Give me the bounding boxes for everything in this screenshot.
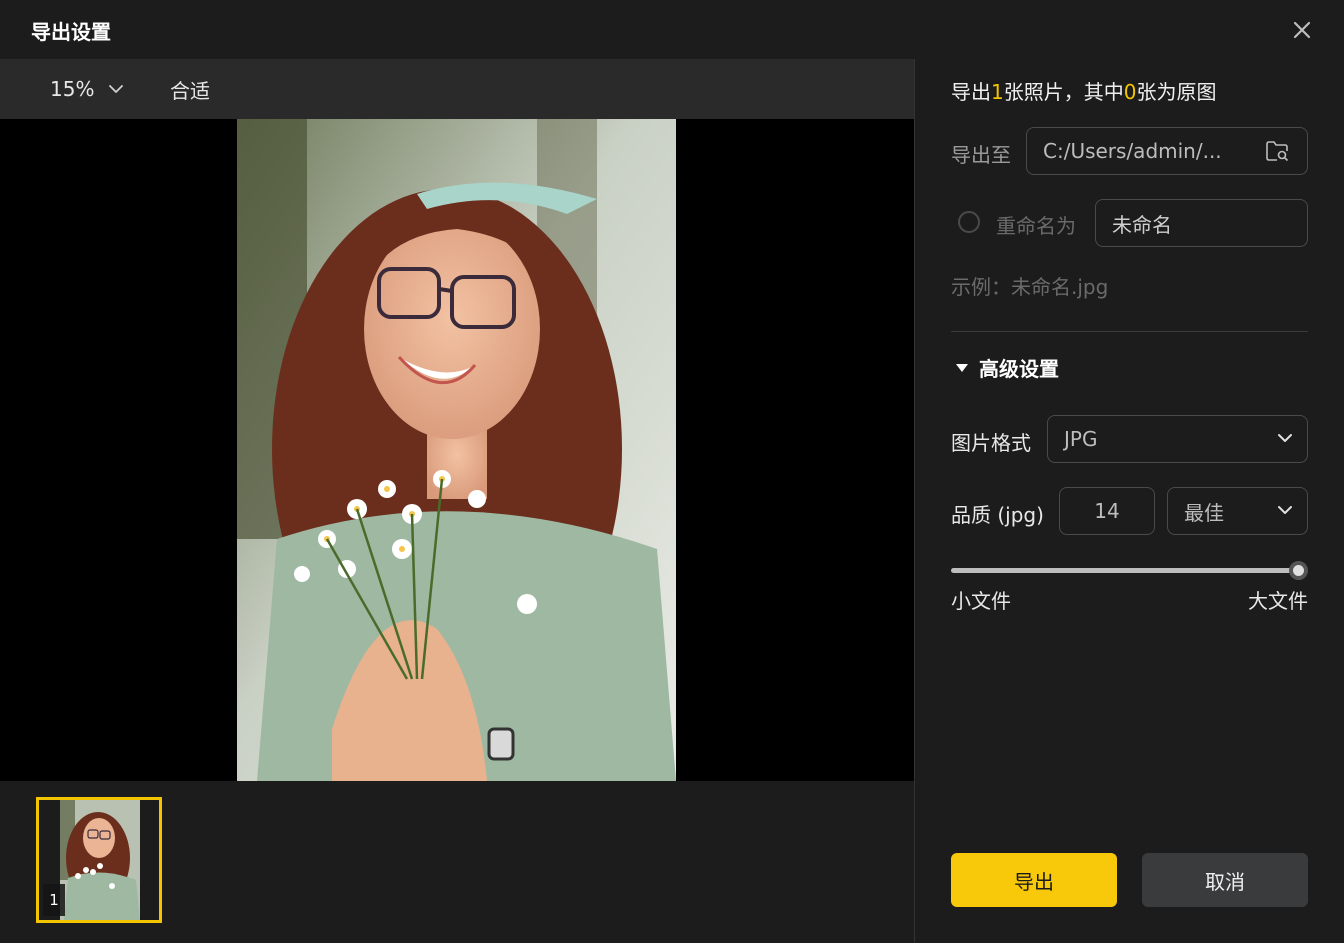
preview-photo	[237, 119, 676, 781]
dialog-title: 导出设置	[31, 20, 111, 44]
chevron-down-icon	[1278, 434, 1292, 442]
thumbnail-strip: 1	[0, 781, 914, 943]
photo-count: 1	[991, 80, 1004, 104]
advanced-settings-toggle[interactable]: 高级设置	[955, 353, 1059, 382]
quality-preset-value: 最佳	[1184, 500, 1224, 525]
rename-radio[interactable]	[958, 211, 980, 233]
rename-input[interactable]: 未命名	[1095, 199, 1308, 247]
folder-search-icon[interactable]	[1265, 140, 1289, 162]
chevron-down-icon	[1278, 506, 1292, 514]
rename-label: 重命名为	[996, 214, 1076, 238]
slider-min-label: 小文件	[951, 589, 1011, 613]
image-preview	[0, 119, 914, 781]
advanced-settings-label: 高级设置	[979, 357, 1059, 381]
quality-input[interactable]: 14	[1059, 487, 1155, 535]
thumbnail-image	[60, 800, 140, 920]
caret-down-icon	[956, 363, 968, 372]
title-bar: 导出设置	[0, 0, 1344, 59]
fit-button[interactable]: 合适	[170, 75, 210, 104]
export-to-label: 导出至	[951, 143, 1011, 167]
settings-panel: 导出1张照片，其中0张为原图 导出至 C:/Users/admin/... 重命…	[915, 59, 1344, 943]
format-label: 图片格式	[951, 431, 1031, 455]
zoom-toolbar: 15% 合适	[0, 59, 914, 119]
original-count: 0	[1123, 80, 1137, 104]
thumbnail-index: 1	[43, 884, 65, 916]
quality-slider-track[interactable]	[951, 568, 1299, 573]
quality-slider-handle[interactable]	[1289, 561, 1308, 580]
chevron-down-icon	[109, 85, 124, 93]
quality-preset-dropdown[interactable]: 最佳	[1167, 487, 1308, 535]
zoom-dropdown[interactable]: 15%	[50, 75, 124, 103]
format-value: JPG	[1064, 427, 1098, 451]
summary-middle: 张照片，其中	[1003, 80, 1124, 104]
close-icon	[1293, 21, 1311, 39]
format-dropdown[interactable]: JPG	[1047, 415, 1308, 463]
summary-prefix: 导出	[951, 80, 991, 104]
cancel-button[interactable]: 取消	[1142, 853, 1308, 907]
export-path-field[interactable]: C:/Users/admin/...	[1026, 127, 1308, 175]
slider-max-label: 大文件	[1248, 589, 1308, 613]
export-summary: 导出1张照片，其中0张为原图	[951, 76, 1216, 105]
thumbnail-item[interactable]: 1	[36, 797, 162, 923]
preview-panel: 15% 合适 1	[0, 59, 914, 943]
export-path-value: C:/Users/admin/...	[1043, 139, 1222, 163]
filename-example: 示例：未命名.jpg	[951, 275, 1109, 299]
zoom-value: 15%	[50, 77, 95, 101]
summary-suffix: 张为原图	[1136, 80, 1217, 104]
section-divider	[951, 331, 1308, 332]
export-button[interactable]: 导出	[951, 853, 1117, 907]
quality-label: 品质 (jpg)	[951, 503, 1044, 527]
close-button[interactable]	[1288, 16, 1316, 44]
